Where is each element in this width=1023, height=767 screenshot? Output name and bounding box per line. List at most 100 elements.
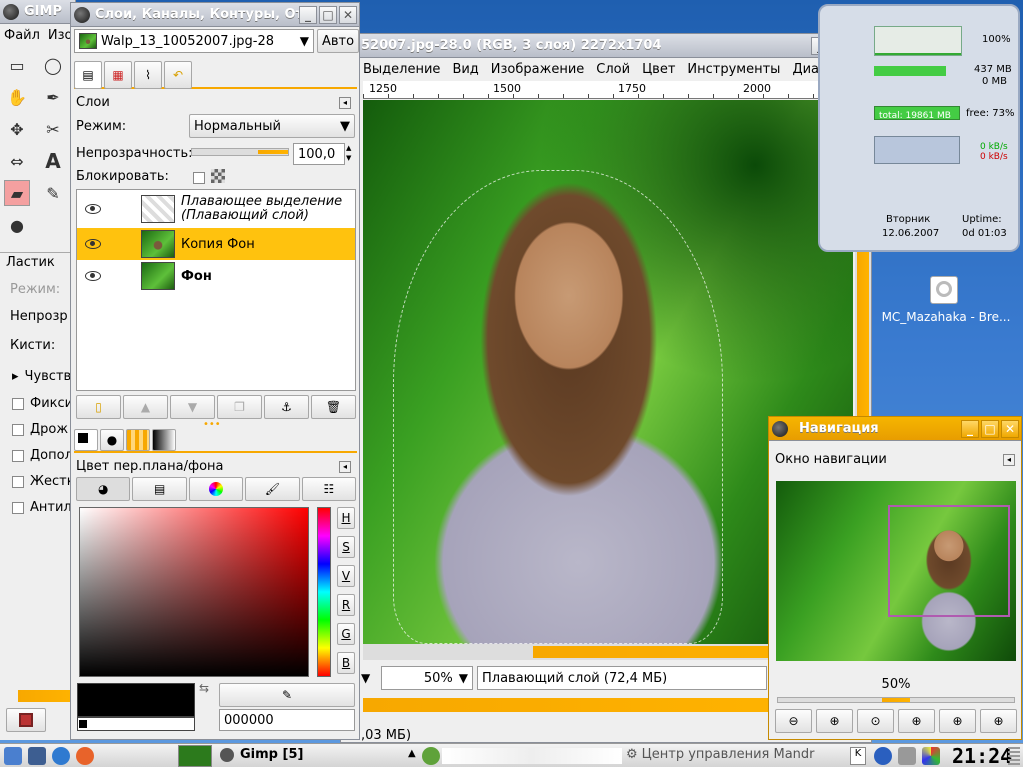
opacity-input[interactable]: 100,0 bbox=[293, 143, 345, 165]
channel-s-button[interactable]: S bbox=[337, 536, 355, 558]
image-window-titlebar[interactable]: 52007.jpg-28.0 (RGB, 3 слоя) 2272x1704 _… bbox=[341, 34, 871, 58]
menu-select[interactable]: Выделение bbox=[357, 62, 446, 77]
taskbar-arrow-icon[interactable]: ▲ bbox=[408, 748, 416, 759]
tray-network-icon[interactable] bbox=[874, 747, 892, 765]
menu-xtns[interactable]: Изо bbox=[48, 28, 73, 43]
shrink-wrap-button[interactable]: ⊕ bbox=[980, 709, 1017, 733]
new-layer-button[interactable]: ▯ bbox=[76, 395, 121, 419]
eye-icon[interactable] bbox=[85, 239, 101, 249]
eye-icon[interactable] bbox=[85, 271, 101, 281]
fg-color-swatch[interactable] bbox=[77, 683, 195, 717]
color-picker-button[interactable]: ✎ bbox=[219, 683, 355, 707]
checkbox[interactable] bbox=[12, 475, 24, 488]
navigation-preview[interactable] bbox=[776, 481, 1016, 661]
default-colors-icon[interactable] bbox=[79, 720, 87, 728]
tab-paths[interactable]: ⌇ bbox=[134, 61, 162, 89]
panel-menu-icon[interactable]: ◂ bbox=[1003, 454, 1015, 466]
sensitivity-expander[interactable]: ▸ Чувств bbox=[12, 369, 71, 384]
hue-strip[interactable] bbox=[317, 507, 331, 677]
zoom-in-button[interactable]: ⊕ bbox=[816, 709, 853, 733]
checkbox[interactable] bbox=[12, 397, 24, 410]
eraser-icon[interactable]: ▰ bbox=[4, 180, 30, 206]
tab-layers[interactable]: ▤ bbox=[74, 61, 102, 89]
channel-v-button[interactable]: V bbox=[337, 565, 355, 587]
unit-selector[interactable]: ▼ bbox=[361, 666, 377, 690]
tab-gimp-selector[interactable]: ◕ bbox=[76, 477, 131, 501]
tray-tools-icon[interactable] bbox=[898, 747, 916, 765]
paths-icon[interactable]: ✒ bbox=[40, 84, 66, 110]
bg-color-swatch[interactable] bbox=[77, 717, 195, 731]
rect-select-icon[interactable]: ▭ bbox=[4, 52, 30, 78]
close-icon[interactable]: ✕ bbox=[1001, 420, 1019, 438]
zoom-100-button[interactable]: ⊙ bbox=[857, 709, 894, 733]
hex-input[interactable]: 000000 bbox=[219, 709, 355, 731]
image-selector[interactable]: Walp_13_10052007.jpg-28 ▼ bbox=[74, 29, 314, 53]
close-icon[interactable]: ✕ bbox=[339, 6, 357, 24]
tab-scales-selector[interactable]: ☷ bbox=[301, 477, 357, 501]
maximize-icon[interactable]: □ bbox=[319, 6, 337, 24]
checkbox[interactable] bbox=[12, 501, 24, 514]
zoom-fit-button[interactable]: ⊕ bbox=[898, 709, 935, 733]
tool-option-check[interactable]: Жестк bbox=[12, 474, 75, 489]
tab-fg-bg[interactable] bbox=[74, 429, 98, 451]
mode-selector[interactable]: Нормальный ▼ bbox=[189, 114, 355, 138]
maximize-icon[interactable]: □ bbox=[981, 420, 999, 438]
opacity-slider[interactable] bbox=[191, 148, 289, 156]
tray-apps-icon[interactable] bbox=[922, 747, 940, 765]
panel-menu-icon[interactable]: ◂ bbox=[339, 461, 351, 473]
panel-menu-icon[interactable]: ◂ bbox=[339, 97, 351, 109]
ellipse-select-icon[interactable]: ◯ bbox=[40, 52, 66, 78]
menu-image[interactable]: Изображение bbox=[485, 62, 590, 77]
auto-button[interactable]: Авто bbox=[317, 29, 359, 53]
lock-alpha-checkbox[interactable] bbox=[193, 172, 205, 184]
move-icon[interactable]: ✥ bbox=[4, 116, 30, 142]
taskbar-task-control-center[interactable]: ⚙ Центр управления Mandr bbox=[626, 747, 815, 762]
taskbar-task-gimp[interactable]: Gimp [5] bbox=[220, 747, 303, 762]
tool-option-check[interactable]: Фикси bbox=[12, 396, 73, 411]
channel-h-button[interactable]: H bbox=[337, 507, 355, 529]
browser-icon[interactable] bbox=[52, 747, 70, 765]
menu-file[interactable]: Файл bbox=[4, 28, 40, 43]
clock[interactable]: 21:24 bbox=[952, 744, 1012, 767]
tab-wheel-selector[interactable] bbox=[188, 477, 244, 501]
swap-colors-icon[interactable]: ⇆ bbox=[199, 681, 209, 695]
raise-layer-button[interactable]: ▲ bbox=[123, 395, 168, 419]
channel-g-button[interactable]: G bbox=[337, 623, 355, 645]
toolbox-scroll[interactable] bbox=[18, 690, 74, 702]
ink-icon[interactable]: ● bbox=[4, 212, 30, 238]
taskbar-hidden-task[interactable] bbox=[442, 748, 622, 764]
minimize-icon[interactable]: _ bbox=[961, 420, 979, 438]
menu-tools[interactable]: Инструменты bbox=[681, 62, 786, 77]
taskbar-resize-grip[interactable] bbox=[1008, 747, 1020, 765]
fuzzy-select-icon[interactable]: ✋ bbox=[4, 84, 30, 110]
channel-b-button[interactable]: B bbox=[337, 652, 355, 674]
firefox-icon[interactable] bbox=[76, 747, 94, 765]
checkbox[interactable] bbox=[12, 449, 24, 462]
crop-icon[interactable]: ✂ bbox=[40, 116, 66, 142]
menu-view[interactable]: Вид bbox=[446, 62, 484, 77]
opacity-spinner[interactable]: ▲ ▼ bbox=[346, 143, 356, 165]
settings-icon[interactable] bbox=[422, 747, 440, 765]
zoom-fill-button[interactable]: ⊕ bbox=[939, 709, 976, 733]
navigation-titlebar[interactable]: Навигация _ □ ✕ bbox=[769, 417, 1021, 441]
tab-brushes[interactable]: ● bbox=[100, 429, 124, 451]
color-square[interactable] bbox=[79, 507, 309, 677]
tool-option-check[interactable]: Допол bbox=[12, 448, 73, 463]
menu-color[interactable]: Цвет bbox=[636, 62, 681, 77]
delete-layer-button[interactable]: 🗑 bbox=[311, 395, 356, 419]
checkbox[interactable] bbox=[12, 423, 24, 436]
duplicate-layer-button[interactable]: ❐ bbox=[217, 395, 262, 419]
zoom-selector[interactable]: 50% ▼ bbox=[381, 666, 473, 690]
tab-watercolor-selector[interactable]: 🖌 bbox=[245, 477, 300, 501]
minimize-icon[interactable]: _ bbox=[299, 6, 317, 24]
viewport-frame[interactable] bbox=[888, 505, 1010, 617]
text-icon[interactable]: A bbox=[40, 148, 66, 174]
eye-icon[interactable] bbox=[85, 204, 101, 214]
layer-row[interactable]: Плавающее выделение (Плавающий слой) bbox=[77, 192, 355, 226]
show-desktop-icon[interactable] bbox=[4, 747, 22, 765]
toolbox-titlebar[interactable]: GIMP bbox=[0, 0, 75, 24]
channel-r-button[interactable]: R bbox=[337, 594, 355, 616]
terminal-icon[interactable] bbox=[28, 747, 46, 765]
flip-icon[interactable]: ⇔ bbox=[4, 148, 30, 174]
save-options-button[interactable] bbox=[6, 708, 46, 732]
